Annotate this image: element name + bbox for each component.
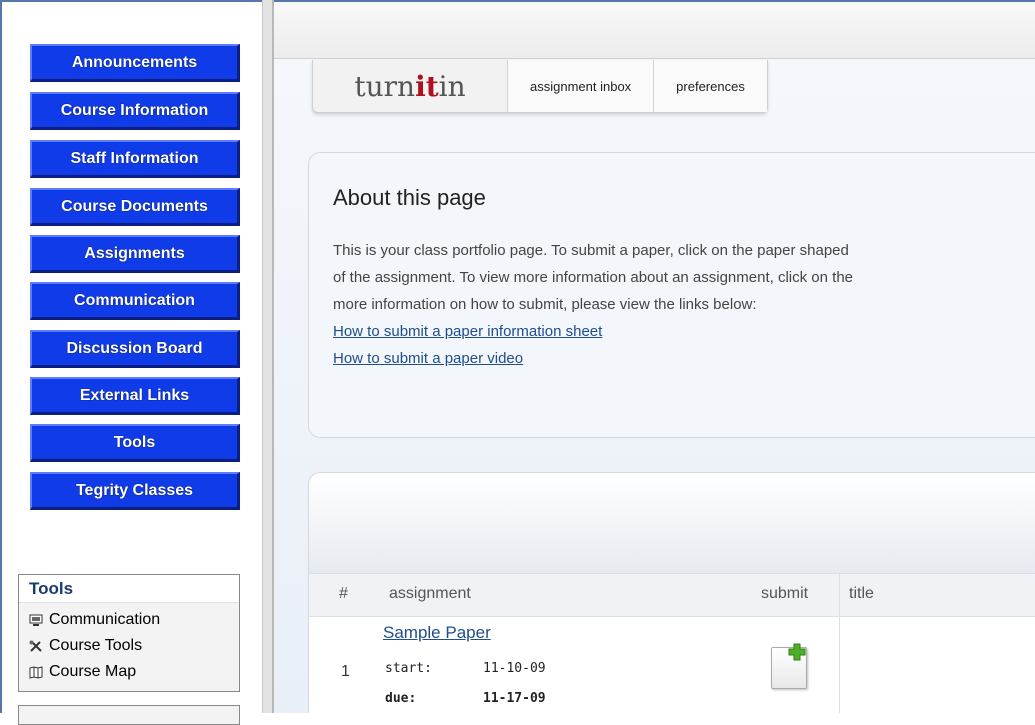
row-number: 1: [341, 663, 350, 680]
nav-course-documents-button[interactable]: Course Documents: [30, 188, 240, 226]
due-label: due:: [385, 691, 417, 706]
nav-button-label: Announcements: [71, 53, 198, 71]
tools-panel-title: Tools: [19, 575, 239, 603]
left-nav-frame: Announcements Course Information Staff I…: [0, 0, 262, 725]
start-date: 11-10-09: [483, 661, 546, 676]
assignment-table-header: # assignment submit title: [309, 573, 1035, 617]
logo-text: turn: [354, 69, 416, 103]
nav-button-label: External Links: [79, 386, 190, 404]
plus-icon: [788, 643, 806, 661]
about-text-line: This is your class portfolio page. To su…: [333, 242, 849, 259]
video-link[interactable]: How to submit a paper video: [333, 350, 523, 367]
header-number: #: [339, 585, 348, 602]
nav-button-label: Discussion Board: [66, 339, 203, 357]
tool-item-label: Course Map: [49, 663, 137, 680]
about-text: This is your class portfolio page. To su…: [333, 237, 1035, 372]
about-panel: About this page This is your class portf…: [308, 152, 1035, 438]
logo-text: in: [438, 69, 466, 103]
about-text-line: of the assignment. To view more informat…: [333, 269, 853, 286]
assignment-name-link[interactable]: Sample Paper: [383, 623, 491, 643]
monitor-icon: [29, 614, 43, 626]
header-title: title: [849, 585, 874, 602]
frame-divider[interactable]: [262, 0, 274, 713]
about-text-line: more information on how to submit, pleas…: [333, 296, 757, 313]
nav-button-label: Staff Information: [70, 149, 199, 167]
start-label: start:: [385, 661, 432, 676]
nav-communication-button[interactable]: Communication: [30, 282, 240, 320]
table-row: 1 Sample Paper start: 11-10-09 due: 11-1…: [309, 615, 1035, 713]
assignment-panel: # assignment submit title 1 Sample Paper…: [308, 472, 1035, 713]
info-sheet-link[interactable]: How to submit a paper information sheet: [333, 323, 602, 340]
nav-button-label: Course Information: [60, 101, 209, 119]
tab-preferences[interactable]: preferences: [654, 60, 767, 112]
turnitin-frame: turn it in assignment inbox preferences Ab…: [274, 0, 1035, 713]
logo-text-accent: it: [415, 69, 439, 103]
about-title: About this page: [333, 185, 486, 210]
turnitin-logo[interactable]: turn it in: [313, 60, 508, 112]
nav-button-label: Tools: [113, 433, 156, 451]
nav-announcements-button[interactable]: Announcements: [30, 44, 240, 82]
header-assignment: assignment: [389, 585, 471, 602]
tool-item-label: Communication: [49, 611, 161, 628]
tools-icon: [29, 640, 42, 652]
nav-staff-information-button[interactable]: Staff Information: [30, 140, 240, 178]
nav-tools-button[interactable]: Tools: [30, 424, 240, 462]
top-bar: [274, 2, 1035, 59]
nav-course-information-button[interactable]: Course Information: [30, 92, 240, 130]
tools-panel: Tools Communication Course Tools Course …: [18, 574, 240, 692]
nav-button-label: Tegrity Classes: [75, 481, 194, 499]
submit-paper-button[interactable]: [771, 643, 807, 689]
tool-item-communication[interactable]: Communication: [19, 607, 239, 633]
nav-button-label: Assignments: [84, 244, 185, 262]
tab-assignment-inbox[interactable]: assignment inbox: [508, 60, 655, 112]
nav-external-links-button[interactable]: External Links: [30, 377, 240, 415]
header-submit: submit: [761, 585, 809, 602]
map-icon: [29, 665, 43, 679]
nav-assignments-button[interactable]: Assignments: [30, 235, 240, 273]
tool-item-label: Course Tools: [49, 637, 143, 654]
due-date: 11-17-09: [483, 691, 546, 706]
turnitin-tab-bar: turn it in assignment inbox preferences: [312, 60, 768, 113]
nav-button-label: Course Documents: [61, 197, 208, 215]
nav-discussion-board-button[interactable]: Discussion Board: [30, 330, 240, 368]
nav-tegrity-classes-button[interactable]: Tegrity Classes: [30, 472, 240, 510]
secondary-panel: [18, 705, 240, 725]
tool-item-course-map[interactable]: Course Map: [19, 659, 239, 685]
tool-item-course-tools[interactable]: Course Tools: [19, 633, 239, 659]
nav-button-label: Communication: [74, 291, 195, 309]
